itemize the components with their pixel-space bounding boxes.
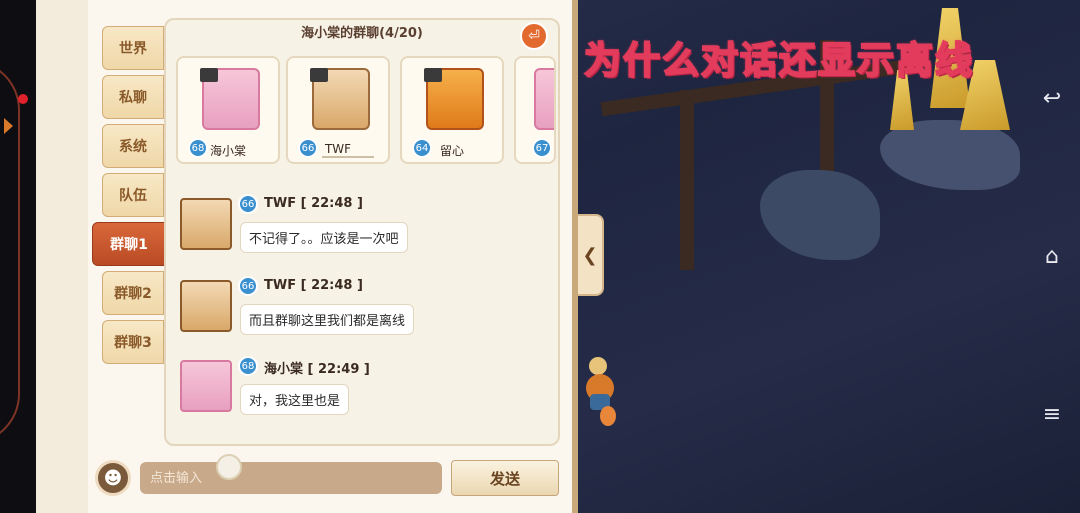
name-underline [322,156,374,158]
level-badge: 68 [238,356,258,376]
offline-icon [200,68,218,82]
offline-icon [424,68,442,82]
scroll-knob[interactable] [216,454,242,480]
message-meta: TWF [ 22:48 ] [264,278,363,293]
exit-group-button[interactable]: ⏎ [520,22,548,50]
member-name: 海小棠 [209,144,246,158]
home-icon[interactable]: ⌂ [1036,240,1068,272]
device-edge [0,0,36,513]
collapse-panel-button[interactable]: ❮ [578,214,604,296]
tab-world[interactable]: 世界 [102,26,164,70]
edge-arrow-icon[interactable] [4,118,13,134]
member-card[interactable]: 66 TWF [286,56,390,164]
message-meta: 海小棠 [ 22:49 ] [264,362,370,377]
member-card[interactable]: 68 海小棠 [176,56,280,164]
group-title: 海小棠的群聊(4/20) [301,26,423,41]
back-icon[interactable]: ↩ [1036,82,1068,114]
overlay-caption: 为什么对话还显示离线 [583,38,974,83]
scene-rock [760,170,880,260]
member-name: 留心 [439,144,464,158]
tab-team[interactable]: 队伍 [102,173,164,217]
sender-avatar[interactable] [180,360,232,412]
message-bubble: 不记得了。。应该是一次吧 [240,222,408,253]
tab-group-chat-1[interactable]: 群聊1 [92,222,166,266]
level-badge: 67 [532,138,552,158]
member-card[interactable]: 64 留心 [400,56,504,164]
member-name: TWF [324,142,352,156]
message-bubble: 而且群聊这里我们都是离线 [240,304,415,335]
menu-icon[interactable]: ≡ [1036,398,1068,430]
sender-avatar[interactable] [180,198,232,250]
tab-private[interactable]: 私聊 [102,75,164,119]
tab-system[interactable]: 系统 [102,124,164,168]
pet-character[interactable] [582,356,618,428]
member-card[interactable]: 67 [514,56,556,164]
sender-avatar[interactable] [180,280,232,332]
send-button[interactable]: 发送 [451,460,559,496]
offline-icon [310,68,328,82]
message-meta: TWF [ 22:48 ] [264,196,363,211]
tab-group-chat-3[interactable]: 群聊3 [102,320,164,364]
scene-beam [680,90,694,270]
level-badge: 66 [238,276,258,296]
message-bubble: 对，我这里也是 [240,384,350,415]
level-badge: 66 [238,194,258,214]
notification-dot [18,94,28,104]
emoji-button[interactable]: ☻ [95,460,131,496]
chat-input[interactable] [140,462,442,494]
tab-group-chat-2[interactable]: 群聊2 [102,271,164,315]
member-portrait [534,68,554,130]
scene-rock [880,120,1020,190]
